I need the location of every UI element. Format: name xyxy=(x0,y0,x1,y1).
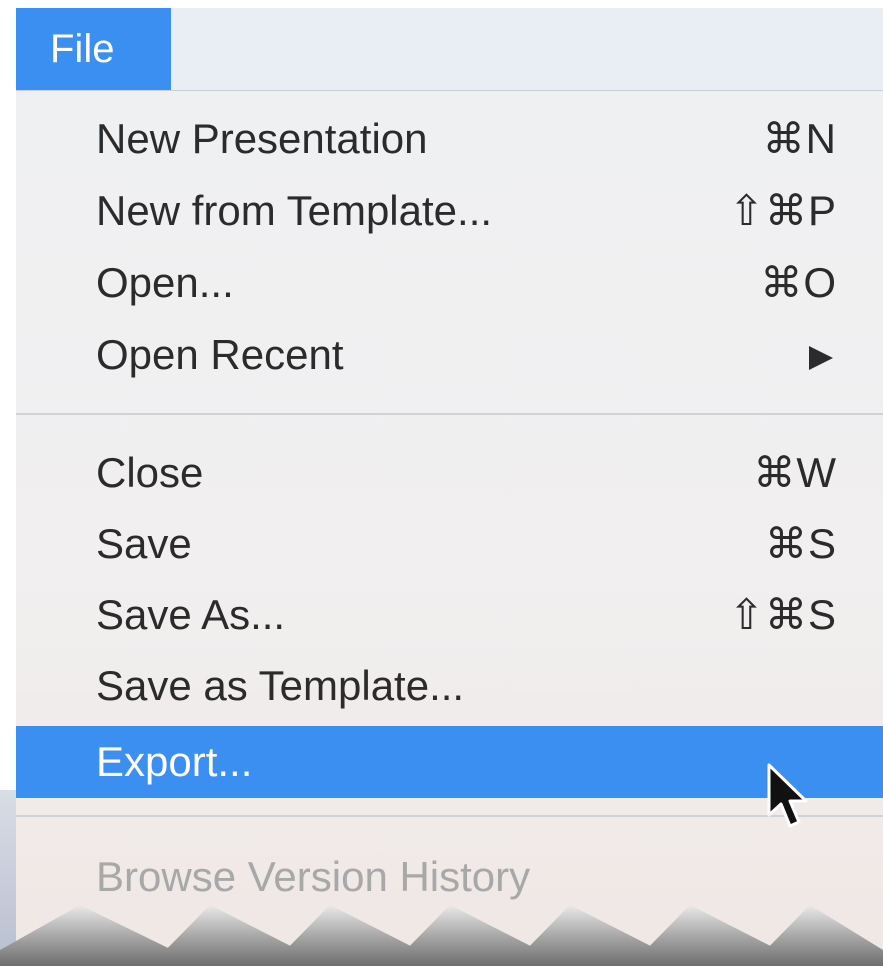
menu-item-save-as[interactable]: Save As... ⇧⌘S xyxy=(16,579,883,651)
menu-item-label: Open... xyxy=(96,259,234,306)
decorative-zigzag-border xyxy=(0,905,883,966)
menu-item-label: Save xyxy=(96,520,192,567)
menu-item-shortcut: ⇧⌘S xyxy=(728,591,837,638)
menu-item-label: Close xyxy=(96,449,204,496)
submenu-arrow-icon xyxy=(809,346,833,370)
menu-separator xyxy=(16,815,883,817)
screen: File New Presentation ⌘N New from Templa… xyxy=(0,0,883,966)
menu-item-save[interactable]: Save ⌘S xyxy=(16,508,883,580)
menu-item-shortcut: ⌘N xyxy=(762,115,837,162)
menu-item-label: New Presentation xyxy=(96,115,428,162)
menu-item-browse-version-history: Browse Version History xyxy=(16,841,883,913)
menu-item-open-recent[interactable]: Open Recent xyxy=(16,319,883,391)
menu-item-label: Open Recent xyxy=(96,331,344,378)
menu-item-save-as-template[interactable]: Save as Template... xyxy=(16,650,883,722)
menu-item-shortcut: ⇧⌘P xyxy=(728,187,837,234)
mouse-cursor-icon xyxy=(767,763,808,828)
menu-bar: File xyxy=(16,8,883,91)
menu-item-label: New from Template... xyxy=(96,187,493,234)
menu-item-new-presentation[interactable]: New Presentation ⌘N xyxy=(16,103,883,175)
menu-item-label: Export... xyxy=(96,738,253,785)
menu-item-label: Browse Version History xyxy=(96,853,531,900)
menu-item-shortcut: ⌘O xyxy=(760,259,837,306)
menu-item-shortcut: ⌘S xyxy=(764,520,837,567)
menu-item-new-from-template[interactable]: New from Template... ⇧⌘P xyxy=(16,175,883,247)
menu-item-export[interactable]: Export... xyxy=(16,726,883,798)
menu-item-shortcut: ⌘W xyxy=(753,449,837,496)
menu-separator xyxy=(16,413,883,415)
menu-item-open[interactable]: Open... ⌘O xyxy=(16,247,883,319)
file-menu-title[interactable]: File xyxy=(16,8,171,90)
menu-item-label: Save as Template... xyxy=(96,662,465,709)
menu-item-label: Save As... xyxy=(96,591,286,638)
file-menu-dropdown: New Presentation ⌘N New from Template...… xyxy=(16,91,883,966)
menu-item-close[interactable]: Close ⌘W xyxy=(16,437,883,509)
